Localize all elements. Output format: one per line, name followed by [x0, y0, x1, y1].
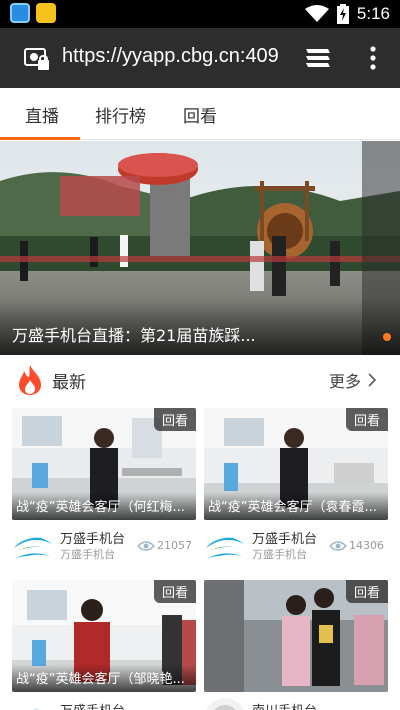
video-title: 战“疫”英雄会客厅（何红梅...	[16, 500, 185, 515]
avatar[interactable]	[12, 526, 54, 568]
fire-icon	[19, 365, 41, 395]
video-thumbnail[interactable]: 回看	[204, 580, 388, 692]
tab-live[interactable]: 直播	[25, 102, 59, 127]
tab-ranking[interactable]: 排行榜	[95, 102, 146, 127]
replay-badge: 回看	[153, 580, 196, 603]
view-count: 14306	[329, 539, 384, 552]
url-address[interactable]: https://yyapp.cbg.cn:409	[62, 45, 279, 68]
channel-subtitle: 万盛手机台	[252, 548, 307, 561]
video-card[interactable]: 回看 战“疫”英雄会客厅（邹晓艳... 万盛手机台	[12, 580, 196, 710]
app-notification-icon	[10, 3, 30, 23]
shopping-bag-icon	[36, 3, 56, 23]
video-title: 战“疫”英雄会客厅（袁春霞...	[208, 500, 377, 515]
tabs-icon[interactable]	[304, 44, 332, 72]
browser-url-bar: https://yyapp.cbg.cn:409	[0, 28, 400, 88]
active-tab-indicator	[0, 137, 80, 140]
avatar[interactable]	[204, 526, 246, 568]
overflow-menu-icon[interactable]	[366, 44, 380, 72]
tab-replay[interactable]: 回看	[183, 102, 217, 127]
battery-charging-icon	[336, 4, 349, 24]
chevron-right-icon	[368, 373, 377, 387]
live-banner[interactable]: 万盛手机台直播：第21届苗族踩...	[0, 141, 400, 355]
latest-section-header: 最新 更多	[0, 360, 400, 400]
video-title: 战“疫”英雄会客厅（邹晓艳...	[16, 672, 185, 687]
more-link[interactable]: 更多	[329, 368, 377, 392]
channel-info: 万盛手机台 万盛手机台 21057	[12, 520, 196, 568]
channel-name[interactable]: 万盛手机台	[60, 528, 125, 547]
site-info-icon[interactable]	[24, 46, 50, 72]
carousel-indicator	[383, 333, 391, 341]
replay-badge: 回看	[345, 580, 388, 603]
eye-icon	[329, 540, 347, 551]
video-card[interactable]: 回看 战“疫”英雄会客厅（何红梅... 万盛手机台 万盛手机台 21057	[12, 408, 196, 568]
video-card[interactable]: 回看 战“疫”英雄会客厅（袁春霞... 万盛手机台 万盛手机台 14306	[204, 408, 388, 568]
eye-icon	[137, 540, 155, 551]
video-thumbnail[interactable]: 回看 战“疫”英雄会客厅（邹晓艳...	[12, 580, 196, 692]
channel-info: 万盛手机台	[12, 692, 196, 710]
view-count: 21057	[137, 539, 192, 552]
channel-info: 南川手机台	[204, 692, 388, 710]
video-thumbnail[interactable]: 回看 战“疫”英雄会客厅（袁春霞...	[204, 408, 388, 520]
channel-subtitle: 万盛手机台	[60, 548, 115, 561]
video-thumbnail[interactable]: 回看 战“疫”英雄会客厅（何红梅...	[12, 408, 196, 520]
channel-name[interactable]: 万盛手机台	[252, 528, 317, 547]
avatar[interactable]	[204, 698, 246, 710]
avatar[interactable]	[12, 698, 54, 710]
channel-name[interactable]: 南川手机台	[252, 700, 317, 710]
wifi-icon	[304, 5, 329, 22]
status-bar: 5:16	[0, 0, 400, 28]
section-title: 最新	[52, 373, 86, 393]
channel-info: 万盛手机台 万盛手机台 14306	[204, 520, 388, 568]
clock-time: 5:16	[356, 4, 390, 23]
category-tabs: 直播 排行榜 回看	[0, 88, 400, 140]
banner-title[interactable]: 万盛手机台直播：第21届苗族踩...	[12, 322, 256, 346]
video-card[interactable]: 回看 南川手机台	[204, 580, 388, 710]
replay-badge: 回看	[345, 408, 388, 431]
replay-badge: 回看	[153, 408, 196, 431]
channel-name[interactable]: 万盛手机台	[60, 700, 125, 710]
